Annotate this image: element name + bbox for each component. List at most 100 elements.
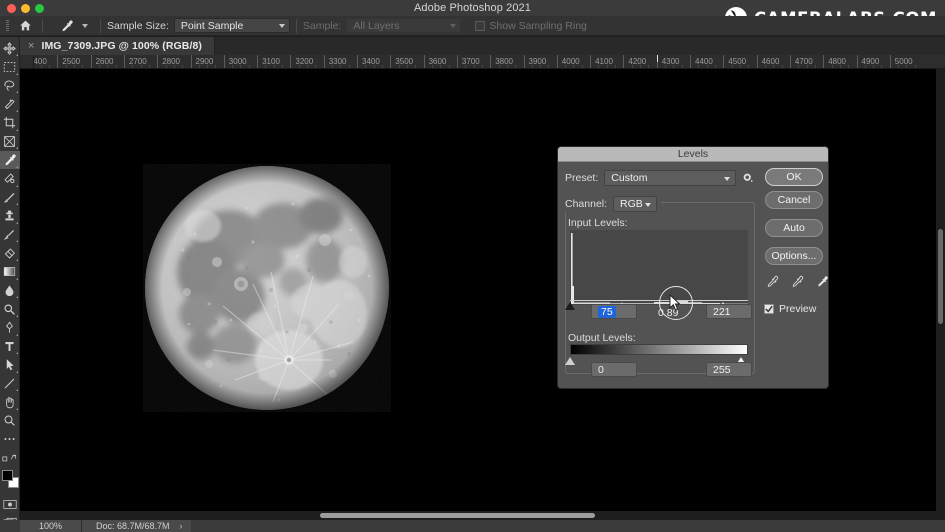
dodge-tool[interactable] [0, 300, 20, 319]
gradient-icon [3, 266, 16, 277]
tool-options-corner [16, 408, 18, 410]
preview-checkbox-row[interactable]: Preview [764, 303, 816, 315]
tool-preset-chevron-down-icon[interactable] [82, 24, 88, 28]
swap-colors-icon [2, 453, 18, 464]
magnifier-icon [3, 414, 16, 427]
horizontal-scrollbar-thumb[interactable] [320, 513, 595, 518]
output-black-point-value: 0 [598, 364, 604, 376]
pen-tool[interactable] [0, 318, 20, 337]
brush-icon [3, 191, 16, 204]
set-black-point-eyedropper[interactable] [766, 275, 779, 291]
options-divider-2 [100, 19, 101, 33]
options-divider [42, 19, 43, 33]
home-button[interactable] [14, 16, 36, 36]
quick-mask-icon [3, 499, 17, 510]
output-black-point-slider[interactable] [565, 357, 575, 365]
history-brush-icon [3, 228, 16, 241]
status-expand-icon[interactable]: › [180, 520, 191, 532]
healing-brush-tool[interactable] [0, 169, 20, 188]
ruler-tick: 5000 [890, 55, 891, 69]
input-black-point-field[interactable]: 75 [591, 304, 637, 319]
hand-tool[interactable] [0, 393, 20, 412]
path-arrow-icon [4, 358, 16, 371]
eraser-tool[interactable] [0, 244, 20, 263]
zoom-tool[interactable] [0, 412, 20, 431]
ruler-tick: 4100 [590, 55, 591, 69]
horizontal-ruler[interactable]: 2400250026002700280029003000310032003300… [34, 55, 945, 69]
vertical-scrollbar-thumb[interactable] [938, 229, 943, 324]
ok-button[interactable]: OK [765, 168, 823, 186]
frame-tool[interactable] [0, 132, 20, 151]
set-gray-point-eyedropper[interactable] [791, 275, 804, 291]
edit-toolbar-button[interactable] [0, 430, 20, 449]
levels-dialog-title[interactable]: Levels [558, 147, 828, 162]
quick-mask-button[interactable] [0, 495, 20, 514]
preview-checkbox[interactable] [764, 304, 774, 314]
tool-options-corner [16, 334, 18, 336]
output-white-point-field[interactable]: 255 [706, 362, 752, 377]
auto-button[interactable]: Auto [765, 219, 823, 237]
tool-options-corner [16, 203, 18, 205]
tool-options-corner [16, 54, 18, 56]
input-white-point-field[interactable]: 221 [706, 304, 752, 319]
ruler-tick: 3600 [424, 55, 425, 69]
path-selection-tool[interactable] [0, 356, 20, 375]
lasso-tool[interactable] [0, 76, 20, 95]
hand-icon [3, 396, 16, 409]
tool-options-corner [16, 296, 18, 298]
preset-row: Preset: Custom [565, 170, 754, 186]
move-tool[interactable] [0, 39, 20, 58]
close-icon[interactable]: × [28, 41, 34, 52]
marquee-tool[interactable] [0, 58, 20, 77]
preset-value: Custom [611, 172, 647, 184]
document-tab-title: IMG_7309.JPG @ 100% (RGB/8) [41, 40, 202, 52]
ruler-tick: 3300 [324, 55, 325, 69]
history-brush-tool[interactable] [0, 225, 20, 244]
horizontal-scrollbar[interactable] [20, 511, 936, 520]
sample-select[interactable]: All Layers [346, 18, 461, 33]
line-tool[interactable] [0, 374, 20, 393]
options-bar-grip[interactable] [0, 16, 14, 36]
gear-icon[interactable] [742, 172, 754, 184]
sample-size-select[interactable]: Point Sample [174, 18, 290, 33]
input-levels-label: Input Levels: [568, 217, 628, 229]
zoom-level[interactable]: 100% [20, 520, 82, 532]
crop-tool[interactable] [0, 114, 20, 133]
ruler-tick: 4400 [690, 55, 691, 69]
type-tool[interactable] [0, 337, 20, 356]
options-button[interactable]: Options... [765, 247, 823, 265]
eyedropper-tool[interactable] [0, 151, 20, 170]
checkbox-box [475, 21, 485, 31]
clone-stamp-tool[interactable] [0, 207, 20, 226]
cancel-button[interactable]: Cancel [765, 191, 823, 209]
ellipsis-icon [3, 436, 16, 442]
blur-tool[interactable] [0, 281, 20, 300]
input-histogram[interactable] [570, 230, 748, 305]
gradient-tool[interactable] [0, 263, 20, 282]
options-divider-3 [296, 19, 297, 33]
input-black-point-slider[interactable] [565, 302, 575, 310]
color-swatches[interactable] [0, 469, 20, 491]
ruler-tick: 4200 [623, 55, 624, 69]
ruler-tick: 2900 [191, 55, 192, 69]
preset-select[interactable]: Custom [604, 170, 736, 186]
frame-icon [3, 135, 16, 148]
color-controls-row[interactable] [0, 449, 20, 468]
brush-tool[interactable] [0, 188, 20, 207]
active-tool-preset[interactable] [49, 17, 94, 35]
quick-selection-tool[interactable] [0, 95, 20, 114]
ruler-tick: 2600 [91, 55, 92, 69]
vertical-scrollbar[interactable] [936, 69, 945, 511]
set-white-point-eyedropper[interactable] [816, 275, 829, 291]
document-tab[interactable]: × IMG_7309.JPG @ 100% (RGB/8) [20, 37, 215, 55]
output-black-point-field[interactable]: 0 [591, 362, 637, 377]
ruler-tick: 3700 [457, 55, 458, 69]
tool-options-corner [16, 371, 18, 373]
channel-row: Channel: RGB [561, 196, 661, 212]
sample-label: Sample: [303, 20, 342, 32]
channel-select[interactable]: RGB [613, 196, 657, 212]
spot-healing-icon [3, 172, 16, 185]
foreground-color-swatch[interactable] [2, 470, 13, 481]
ruler-tick: 2800 [157, 55, 158, 69]
show-sampling-ring-checkbox[interactable]: Show Sampling Ring [475, 20, 586, 32]
